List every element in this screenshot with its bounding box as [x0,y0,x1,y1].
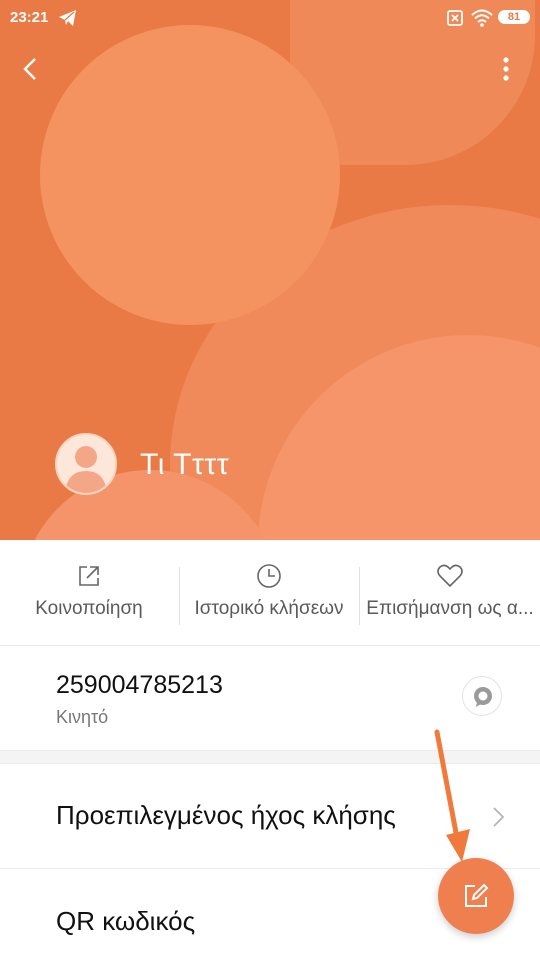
phone-number: 259004785213 [56,671,223,699]
status-time: 23:21 [10,9,49,26]
chevron-left-icon [23,58,36,80]
phone-number-row[interactable]: 259004785213 Κινητό [0,646,540,750]
call-history-label: Ιστορικό κλήσεων [194,598,344,619]
heart-icon [437,564,463,588]
message-button[interactable] [462,676,502,716]
more-vertical-icon [503,57,509,81]
contact-name: Τι Ττττ [140,448,230,481]
mark-favorite-label: Επισήμανση ως α... [366,598,534,619]
default-ringtone-label: Προεπιλεγμένος ήχος κλήσης [56,800,396,830]
phone-type: Κινητό [56,707,109,727]
call-history-button[interactable]: Ιστορικό κλήσεων [180,545,358,645]
chevron-right-icon [493,807,505,827]
qr-code-label: QR κωδικός [56,906,196,936]
share-button[interactable]: Κοινοποίηση [0,545,178,645]
wifi-icon [471,9,493,27]
edit-icon [465,883,489,907]
message-icon [474,687,492,707]
person-icon [65,446,107,493]
share-icon [79,566,99,586]
edit-contact-button[interactable] [438,858,514,934]
battery-icon: 81 [498,10,530,24]
avatar[interactable] [55,433,117,495]
header-decoration [40,25,340,325]
status-bar: 23:21 81 [0,0,540,36]
action-bar: Κοινοποίηση Ιστορικό κλήσεων Επισήμανση … [0,545,540,646]
telegram-icon [59,10,76,26]
back-button[interactable] [16,54,46,84]
no-sim-icon [447,10,463,26]
more-options-button[interactable] [494,54,518,84]
mark-favorite-button[interactable]: Επισήμανση ως α... [360,545,540,645]
section-divider [0,750,540,764]
share-label: Κοινοποίηση [35,598,143,619]
clock-icon [257,564,281,588]
default-ringtone-row[interactable]: Προεπιλεγμένος ήχος κλήσης [0,764,540,869]
contact-header: 23:21 81 Τι Ττττ [0,0,540,540]
